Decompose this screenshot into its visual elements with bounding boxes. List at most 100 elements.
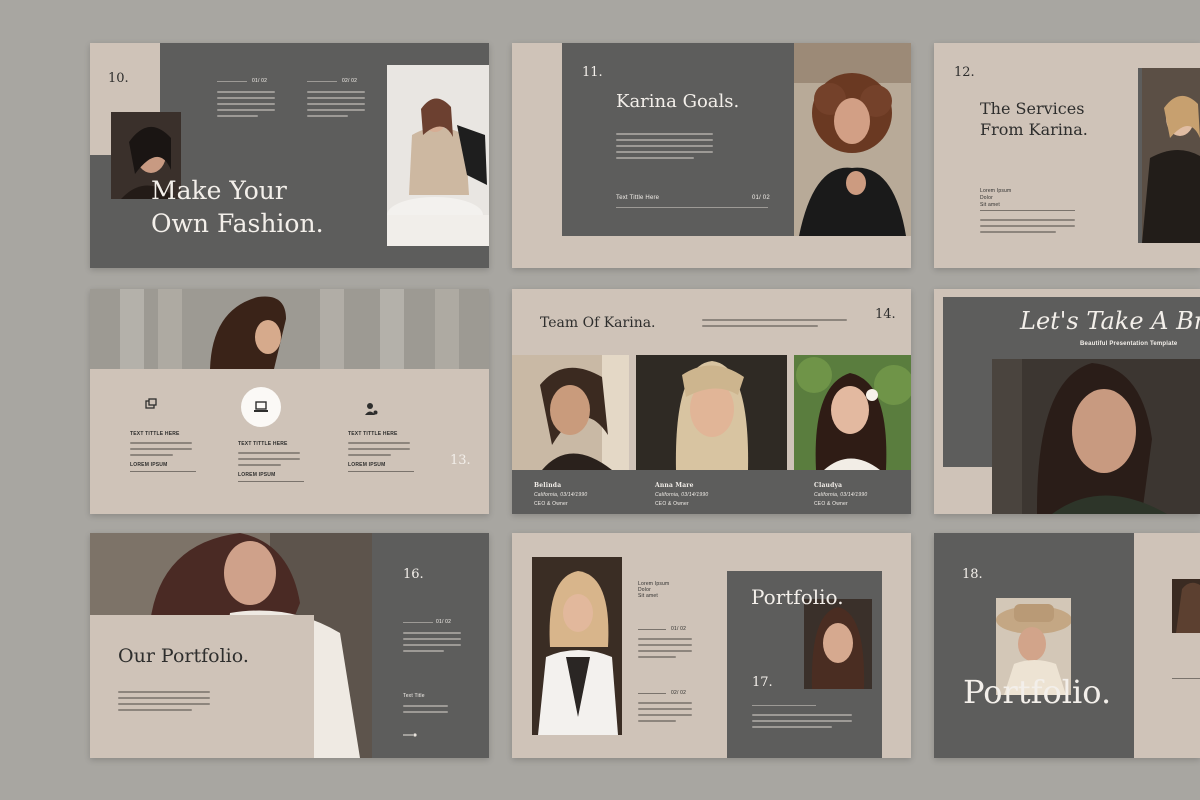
small-text: Lorem Ipsum Dolor Sit amet [638,581,670,599]
seated-woman-photo [387,65,489,246]
member-place: California, 03/14/1990 [814,492,868,498]
body-text-block [348,442,410,456]
body-text-block [638,702,692,726]
member-name: Belinda [534,482,562,489]
arrow-right-icon[interactable] [403,724,417,737]
footer-page: 01/ 02 [752,195,770,201]
body-text-block [616,133,713,163]
share-icon [144,397,158,411]
body-text-block [118,691,210,715]
small-text: Lorem Ipsum Dolor Sit amet [980,188,1012,208]
feature-link[interactable]: LOREM IPSUM [348,462,414,468]
feature-title: TEXT TITTLE HERE [348,431,398,437]
slide-10[interactable]: 10. Make Your Own Fashion. 01/ 02 02/ 02 [90,43,489,268]
feature-link[interactable]: LOREM IPSUM [130,462,196,468]
team-member-photo [794,355,911,470]
divider [348,471,414,472]
slide-title: Portfolio. [963,673,1112,711]
member-name: Claudya [814,482,843,489]
slide-number: 11. [582,65,603,80]
columns-photo-banner [90,289,489,369]
slide-number: 10. [108,71,129,86]
body-text-block [702,319,847,331]
slide-17[interactable]: Lorem Ipsum Dolor Sit amet 01/ 02 02/ 02… [512,533,911,758]
feature-item[interactable]: TEXT TITTLE HERE LOREM IPSUM [130,397,196,472]
page-indicator: 01/ 02 [436,619,452,625]
cropped-photo [1172,579,1200,633]
side-block [1134,533,1200,758]
slide-number: 17. [752,675,773,690]
feature-title: TEXT TITTLE HERE [238,441,288,447]
woman-portrait-photo [992,359,1200,514]
slide-title: Portfolio. [751,585,844,609]
body-text-block [130,442,192,456]
slide-number: 13. [450,453,471,468]
slide-13[interactable]: TEXT TITTLE HERE LOREM IPSUM TEXT TITTLE… [90,289,489,514]
footer-label: Text Tittle Here [616,195,660,201]
member-role: CEO & Owner [655,501,689,507]
divider [638,629,666,630]
slide-number: 16. [403,567,424,582]
slide-11[interactable]: 11. Karina Goals. Text Tittle Here 01/ 0… [512,43,911,268]
body-text-block [403,705,448,717]
team-member-card[interactable]: Claudya California, 03/14/1990 CEO & Own… [814,482,867,507]
slide-16[interactable]: Our Portfolio. 16. 01/ 02 Text Title [90,533,489,758]
slide-18[interactable]: 18. Portfolio. [934,533,1200,758]
divider [616,207,768,208]
page-indicator: 01/ 02 [671,626,687,632]
divider [217,81,247,82]
page-indicator: 02/ 02 [671,690,687,696]
tab-label-right: 02/ 02 [342,78,358,84]
divider [980,210,1075,211]
text-title: Text Title [403,693,425,699]
feature-link[interactable]: LOREM IPSUM [238,472,308,478]
slide-title: The Services From Karina. [980,99,1088,139]
body-text-block [217,91,275,121]
slide-15[interactable]: Let's Take A Br Beautiful Presentation T… [934,289,1200,514]
feature-title: TEXT TITTLE HERE [130,431,180,437]
team-member-card[interactable]: Anna Mare California, 03/14/1990 CEO & O… [655,482,708,507]
feature-item[interactable]: TEXT TITTLE HERE LOREM IPSUM [238,387,308,482]
body-text-block [307,91,365,121]
divider [403,622,433,623]
member-name: Anna Mare [655,482,694,489]
member-role: CEO & Owner [814,501,848,507]
slide-subtitle: Beautiful Presentation Template [1080,341,1178,347]
curly-hair-portrait [794,43,911,236]
divider [638,693,666,694]
slide-title: Team Of Karina. [540,315,656,331]
slide-title: Make Your Own Fashion. [151,176,324,238]
title-panel [90,615,314,758]
divider [130,471,196,472]
slide-number: 12. [954,65,975,80]
member-role: CEO & Owner [534,501,568,507]
user-settings-icon [364,402,378,416]
slide-title: Our Portfolio. [118,645,249,667]
slide-14[interactable]: Team Of Karina. 14. Belinda California, … [512,289,911,514]
slide-title: Let's Take A Br [1020,307,1200,335]
member-place: California, 03/14/1990 [534,492,588,498]
member-place: California, 03/14/1990 [655,492,709,498]
slide-12[interactable]: 12. The Services From Karina. Lorem Ipsu… [934,43,1200,268]
divider [307,81,337,82]
brunette-portrait-photo [804,599,872,689]
body-text-block [752,714,852,732]
feature-item[interactable]: TEXT TITTLE HERE LOREM IPSUM [348,402,414,472]
team-member-photo [636,355,787,470]
tab-label-left: 01/ 02 [252,78,268,84]
black-coat-portrait [1142,68,1200,243]
laptop-icon [241,387,281,427]
body-text-block [403,632,461,656]
blonde-woman-photo [532,557,622,735]
divider [752,705,816,706]
body-text-block [980,219,1075,237]
slide-number: 18. [962,567,983,582]
team-member-photo [512,355,629,470]
slide-title: Karina Goals. [616,91,740,112]
slide-number: 14. [875,307,896,322]
body-text-block [238,452,300,466]
body-text-block [638,638,692,662]
divider [238,481,304,482]
divider [1172,678,1200,679]
team-member-card[interactable]: Belinda California, 03/14/1990 CEO & Own… [534,482,587,507]
